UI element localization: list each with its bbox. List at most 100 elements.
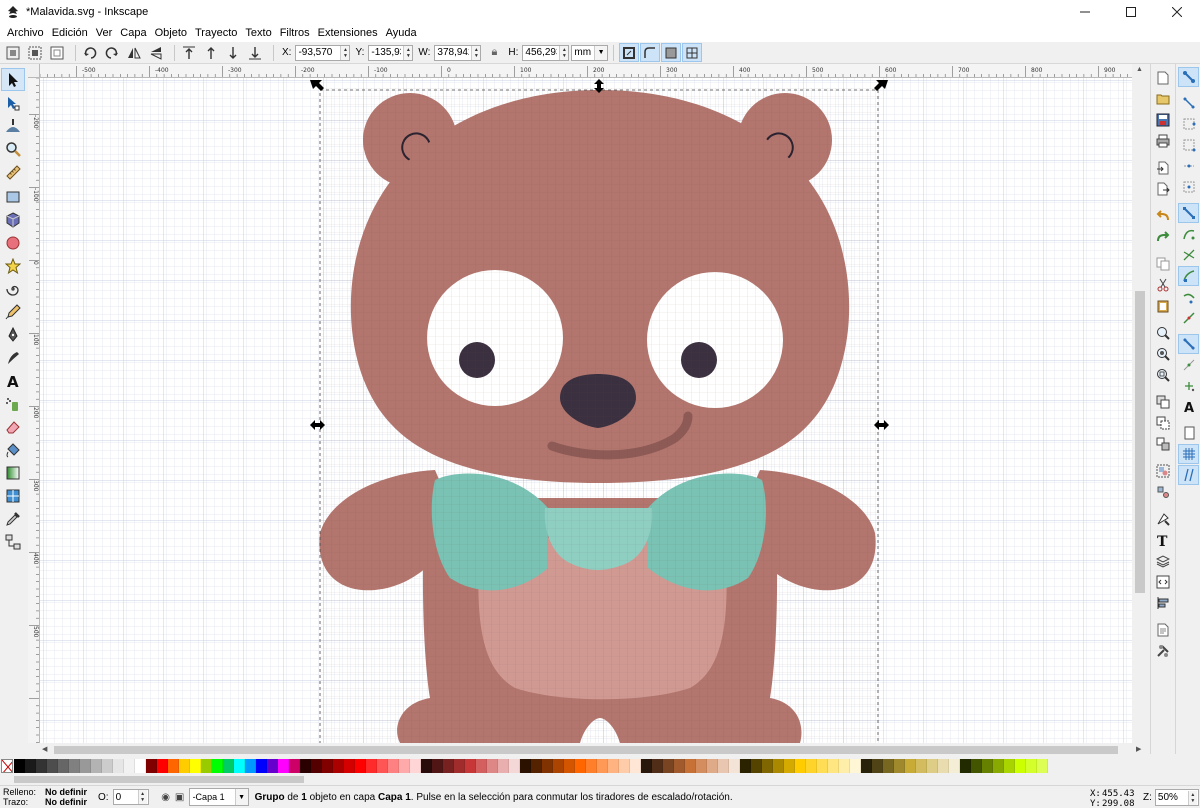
h-input[interactable] bbox=[523, 45, 560, 60]
snap-object-midpoints-toggle[interactable] bbox=[1178, 355, 1199, 375]
menu-edicion[interactable]: Edición bbox=[48, 27, 92, 39]
w-input[interactable] bbox=[435, 45, 472, 60]
menu-archivo[interactable]: Archivo bbox=[3, 27, 48, 39]
zoom-selection-button[interactable] bbox=[1152, 323, 1174, 343]
flip-horizontal-button[interactable] bbox=[125, 44, 142, 61]
color-swatch[interactable] bbox=[1004, 758, 1015, 773]
snap-intersections-toggle[interactable] bbox=[1178, 245, 1199, 265]
color-swatch[interactable] bbox=[366, 758, 377, 773]
color-swatch[interactable] bbox=[476, 758, 487, 773]
menu-filtros[interactable]: Filtros bbox=[276, 27, 314, 39]
snap-line-midpoints-toggle[interactable] bbox=[1178, 308, 1199, 328]
color-swatch[interactable] bbox=[58, 758, 69, 773]
raise-to-top-button[interactable] bbox=[180, 44, 197, 61]
color-swatch[interactable] bbox=[564, 758, 575, 773]
close-button[interactable] bbox=[1154, 0, 1200, 24]
scroll-right-icon[interactable]: ▶ bbox=[1136, 745, 1141, 753]
horizontal-scrollbar[interactable]: ◀ ▶ bbox=[40, 743, 1148, 756]
color-swatch[interactable] bbox=[69, 758, 80, 773]
scale-stroke-toggle[interactable] bbox=[619, 43, 640, 62]
color-swatch[interactable] bbox=[872, 758, 883, 773]
color-swatch[interactable] bbox=[388, 758, 399, 773]
color-swatch[interactable] bbox=[410, 758, 421, 773]
select-all-layers-button[interactable] bbox=[26, 44, 43, 61]
snap-bbox-midpoint-toggle[interactable] bbox=[1178, 156, 1199, 176]
color-swatch[interactable] bbox=[762, 758, 773, 773]
pen-tool[interactable] bbox=[1, 323, 25, 346]
w-spin-arrows[interactable]: ▲ ▼ bbox=[471, 45, 481, 60]
color-swatch[interactable] bbox=[861, 758, 872, 773]
color-swatch[interactable] bbox=[993, 758, 1004, 773]
color-swatch[interactable] bbox=[927, 758, 938, 773]
color-swatch[interactable] bbox=[828, 758, 839, 773]
calligraphy-tool[interactable] bbox=[1, 346, 25, 369]
text-tool[interactable]: A bbox=[1, 369, 25, 392]
snap-others-toggle[interactable] bbox=[1178, 334, 1199, 354]
color-swatch[interactable] bbox=[740, 758, 751, 773]
color-swatch[interactable] bbox=[190, 758, 201, 773]
palette-scroll-thumb[interactable] bbox=[14, 776, 304, 783]
print-button[interactable] bbox=[1152, 131, 1174, 151]
color-swatch[interactable] bbox=[1037, 758, 1048, 773]
menu-texto[interactable]: Texto bbox=[241, 27, 275, 39]
color-swatch[interactable] bbox=[575, 758, 586, 773]
menu-ver[interactable]: Ver bbox=[92, 27, 117, 39]
x-spin-arrows[interactable]: ▲ ▼ bbox=[340, 45, 350, 60]
color-swatch[interactable] bbox=[465, 758, 476, 773]
opacity-input[interactable] bbox=[113, 790, 138, 804]
color-swatch[interactable] bbox=[652, 758, 663, 773]
deselect-button[interactable] bbox=[48, 44, 65, 61]
color-swatch[interactable] bbox=[542, 758, 553, 773]
copy-button[interactable] bbox=[1152, 254, 1174, 274]
scroll-left-icon[interactable]: ◀ bbox=[42, 745, 47, 753]
color-swatch[interactable] bbox=[509, 758, 520, 773]
tweak-tool[interactable] bbox=[1, 114, 25, 137]
horizontal-scroll-thumb[interactable] bbox=[54, 746, 1118, 754]
unlink-clone-button[interactable] bbox=[1152, 434, 1174, 454]
export-button[interactable] bbox=[1152, 179, 1174, 199]
menu-trayecto[interactable]: Trayecto bbox=[191, 27, 241, 39]
color-swatch[interactable] bbox=[597, 758, 608, 773]
color-swatch[interactable] bbox=[795, 758, 806, 773]
color-swatch[interactable] bbox=[685, 758, 696, 773]
rotate-ccw-button[interactable] bbox=[81, 44, 98, 61]
color-swatch[interactable] bbox=[432, 758, 443, 773]
drawing-canvas[interactable] bbox=[40, 78, 1132, 743]
xml-editor-button[interactable] bbox=[1152, 572, 1174, 592]
ellipse-tool[interactable] bbox=[1, 231, 25, 254]
document-properties-button[interactable] bbox=[1152, 620, 1174, 640]
zoom-spin-arrows[interactable]: ▲ ▼ bbox=[1187, 790, 1197, 805]
color-swatch[interactable] bbox=[696, 758, 707, 773]
paint-bucket-tool[interactable] bbox=[1, 438, 25, 461]
color-swatch[interactable] bbox=[168, 758, 179, 773]
color-swatch[interactable] bbox=[982, 758, 993, 773]
color-swatch[interactable] bbox=[322, 758, 333, 773]
snap-bbox-edge-toggle[interactable] bbox=[1178, 114, 1199, 134]
layers-button[interactable] bbox=[1152, 551, 1174, 571]
open-button[interactable] bbox=[1152, 89, 1174, 109]
opacity-spin-arrows[interactable]: ▲ ▼ bbox=[137, 790, 147, 804]
current-layer-select[interactable]: -Capa 1 ▼ bbox=[188, 788, 249, 806]
eraser-tool[interactable] bbox=[1, 415, 25, 438]
color-swatch[interactable] bbox=[839, 758, 850, 773]
color-swatch[interactable] bbox=[971, 758, 982, 773]
snap-text-baseline-toggle[interactable]: A bbox=[1178, 397, 1199, 417]
flip-vertical-button[interactable] bbox=[147, 44, 164, 61]
color-swatch[interactable] bbox=[179, 758, 190, 773]
color-swatch[interactable] bbox=[938, 758, 949, 773]
color-swatch[interactable] bbox=[850, 758, 861, 773]
color-swatch[interactable] bbox=[80, 758, 91, 773]
color-swatch[interactable] bbox=[916, 758, 927, 773]
color-swatch[interactable] bbox=[817, 758, 828, 773]
lower-button[interactable] bbox=[224, 44, 241, 61]
duplicate-button[interactable] bbox=[1152, 392, 1174, 412]
snap-bbox-toggle[interactable] bbox=[1178, 93, 1199, 113]
redo-button[interactable] bbox=[1152, 227, 1174, 247]
menu-objeto[interactable]: Objeto bbox=[151, 27, 191, 39]
fill-stroke-button[interactable] bbox=[1152, 509, 1174, 529]
color-swatch[interactable] bbox=[718, 758, 729, 773]
color-swatch[interactable] bbox=[355, 758, 366, 773]
snap-smooth-nodes-toggle[interactable] bbox=[1178, 287, 1199, 307]
color-swatch[interactable] bbox=[498, 758, 509, 773]
snap-rotation-centers-toggle[interactable] bbox=[1178, 376, 1199, 396]
